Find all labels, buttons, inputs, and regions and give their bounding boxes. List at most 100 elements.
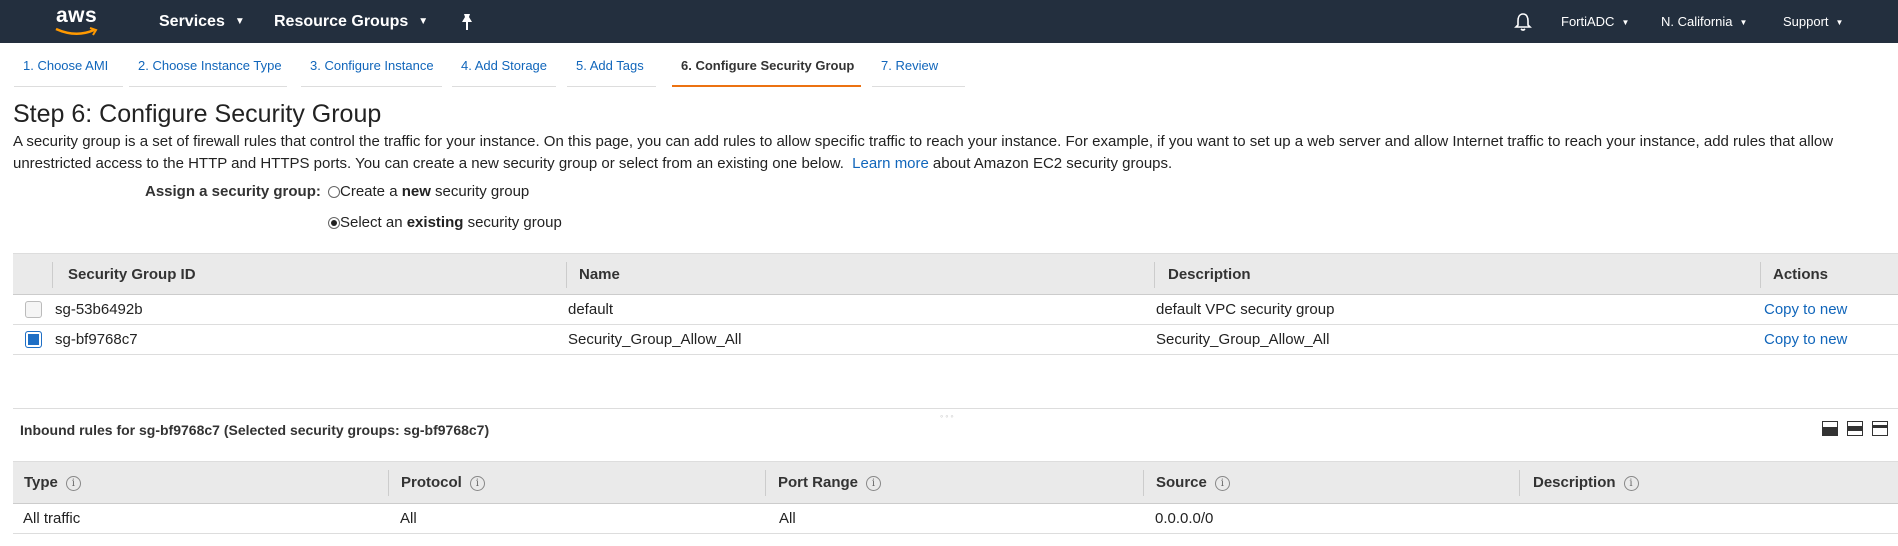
region-label: N. California (1661, 14, 1733, 29)
rule-type-cell: All traffic (23, 510, 81, 527)
description-text-tail: about Amazon EC2 security groups. (932, 155, 1173, 172)
info-icon[interactable]: i (1623, 475, 1639, 491)
select-existing-label-bold: existing (406, 214, 464, 231)
security-groups-table-header: Security Group ID Name Description Actio… (13, 253, 1898, 295)
top-navigation-bar: aws Services ▼ Resource Groups ▼ FortiADC ▼… (0, 0, 1898, 43)
page-title: Step 6: Configure Security Group (13, 100, 382, 128)
aws-logo-text: aws (56, 4, 98, 27)
learn-more-link[interactable]: Learn more (852, 155, 929, 172)
security-group-description-cell: default VPC security group (1156, 301, 1335, 318)
select-existing-security-group-option[interactable]: Select an existing security group (328, 214, 562, 231)
create-new-label-pre: Create a (340, 183, 402, 200)
column-divider (1760, 262, 1761, 288)
column-divider (388, 470, 389, 496)
services-label: Services (159, 13, 225, 30)
info-icon[interactable]: i (866, 475, 882, 491)
pane-splitter[interactable] (13, 408, 1898, 409)
tab-configure-security-group[interactable]: 6. Configure Security Group (672, 58, 861, 87)
create-new-security-group-option[interactable]: Create a new security group (328, 183, 529, 200)
row-checkbox[interactable] (25, 301, 42, 318)
inbound-rules-table-header: Type i Protocol i Port Range i Source i Desc… (13, 461, 1898, 504)
row-checkbox[interactable] (25, 331, 42, 348)
column-divider (765, 470, 766, 496)
view-top-pane-icon[interactable] (1872, 421, 1888, 436)
copy-to-new-link[interactable]: Copy to new (1764, 325, 1847, 354)
services-menu[interactable]: Services ▼ (159, 0, 245, 43)
header-rule-description: Description i (1533, 462, 1639, 503)
header-type: Type i (24, 462, 81, 503)
inbound-rules-title: Inbound rules for sg-bf9768c7 (Selected … (20, 422, 490, 438)
header-source-label: Source (1156, 474, 1207, 491)
region-menu[interactable]: N. California ▼ (1661, 0, 1747, 43)
rule-source-cell: 0.0.0.0/0 (1155, 510, 1214, 527)
header-port-range-label: Port Range (778, 474, 859, 491)
assign-security-group-label: Assign a security group: (145, 183, 321, 200)
resource-groups-label: Resource Groups (274, 13, 409, 30)
rule-protocol-cell: All (400, 510, 417, 527)
resource-groups-menu[interactable]: Resource Groups ▼ (274, 0, 428, 43)
column-divider (1154, 262, 1155, 288)
tab-review[interactable]: 7. Review (872, 58, 965, 87)
table-row: All traffic All All 0.0.0.0/0 (13, 504, 1898, 534)
select-existing-label-pre: Select an (340, 214, 407, 231)
pushpin-icon[interactable] (458, 12, 476, 32)
header-port-range: Port Range i (778, 462, 882, 503)
account-label: FortiADC (1561, 14, 1615, 29)
view-split-pane-icon[interactable] (1847, 421, 1863, 436)
create-new-label-bold: new (401, 183, 431, 200)
drag-handle-icon[interactable]: ◦◦◦ (940, 411, 956, 421)
security-group-name-cell: Security_Group_Allow_All (568, 331, 742, 348)
header-description[interactable]: Description (1168, 254, 1251, 295)
create-new-label: Create a new security group (340, 183, 529, 200)
column-divider (1519, 470, 1520, 496)
security-group-id-cell: sg-bf9768c7 (55, 331, 138, 348)
bell-icon[interactable] (1514, 12, 1532, 32)
page-description: A security group is a set of firewall ru… (13, 131, 1893, 175)
header-rule-description-label: Description (1533, 474, 1616, 491)
view-bottom-pane-icon[interactable] (1822, 421, 1838, 436)
header-security-group-id[interactable]: Security Group ID (68, 254, 196, 295)
tab-add-storage[interactable]: 4. Add Storage (452, 58, 556, 87)
info-icon[interactable]: i (1214, 475, 1230, 491)
header-type-label: Type (24, 474, 58, 491)
aws-logo[interactable]: aws (52, 4, 114, 38)
support-menu[interactable]: Support ▼ (1783, 0, 1843, 43)
security-group-id-cell: sg-53b6492b (55, 301, 143, 318)
tab-choose-instance-type[interactable]: 2. Choose Instance Type (129, 58, 287, 87)
table-row[interactable]: sg-53b6492b default default VPC security… (13, 295, 1898, 325)
inbound-rules-table: Type i Protocol i Port Range i Source i Desc… (13, 461, 1898, 534)
tab-add-tags[interactable]: 5. Add Tags (567, 58, 656, 87)
header-actions: Actions (1773, 266, 1829, 283)
info-icon[interactable]: i (65, 475, 81, 491)
pane-view-toggle (1822, 421, 1888, 436)
column-divider (1143, 470, 1144, 496)
chevron-down-icon: ▼ (418, 16, 429, 28)
header-protocol-label: Protocol (401, 474, 462, 491)
header-source: Source i (1156, 462, 1230, 503)
rule-port-range-cell: All (779, 510, 796, 527)
radio-select-existing[interactable] (328, 216, 340, 229)
info-icon[interactable]: i (469, 475, 485, 491)
security-group-name-cell: default (568, 301, 614, 318)
account-menu[interactable]: FortiADC ▼ (1561, 0, 1629, 43)
create-new-label-post: security group (430, 183, 530, 200)
select-existing-label-post: security group (463, 214, 562, 231)
header-name[interactable]: Name (579, 254, 620, 295)
select-existing-label: Select an existing security group (340, 214, 562, 231)
security-group-description-cell: Security_Group_Allow_All (1156, 331, 1330, 348)
chevron-down-icon: ▼ (1835, 18, 1844, 28)
column-divider (52, 262, 53, 288)
chevron-down-icon: ▼ (1739, 18, 1748, 28)
column-divider (566, 262, 567, 288)
aws-smile-icon (55, 27, 98, 36)
radio-create-new[interactable] (328, 185, 340, 198)
tab-configure-instance[interactable]: 3. Configure Instance (301, 58, 442, 87)
chevron-down-icon: ▼ (234, 16, 245, 28)
support-label: Support (1783, 14, 1829, 29)
chevron-down-icon: ▼ (1621, 18, 1630, 28)
table-row[interactable]: sg-bf9768c7 Security_Group_Allow_All Sec… (13, 325, 1898, 355)
security-groups-table: Security Group ID Name Description Actio… (13, 253, 1898, 355)
header-protocol: Protocol i (401, 462, 485, 503)
tab-choose-ami[interactable]: 1. Choose AMI (14, 58, 123, 87)
copy-to-new-link[interactable]: Copy to new (1764, 295, 1847, 324)
